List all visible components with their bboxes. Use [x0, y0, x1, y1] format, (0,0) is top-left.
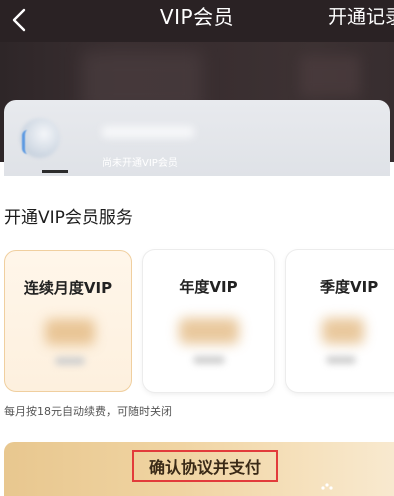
- user-info-card: 尚未开通VIP会员: [4, 100, 390, 176]
- plan-subprice-redacted: [55, 357, 85, 365]
- plan-price-redacted: [45, 319, 95, 345]
- plan-name: 连续月度VIP: [23, 279, 113, 297]
- plan-subprice-redacted: [326, 356, 356, 364]
- plan-card-monthly[interactable]: 连续月度VIP: [4, 250, 132, 392]
- plan-subprice-redacted: [193, 356, 225, 364]
- sparkle-icon: [321, 483, 333, 490]
- vip-page: VIP会员 开通记录 尚未开通VIP会员 开通VIP会员服务 连续月度VIP 年…: [0, 0, 394, 496]
- plan-card-quarterly[interactable]: 季度VIP: [286, 250, 394, 392]
- vip-status-text: 尚未开通VIP会员: [102, 158, 178, 169]
- confirm-and-pay-button[interactable]: 确认协议并支付: [132, 450, 278, 482]
- banner-blur-shape: [300, 56, 360, 96]
- purchase-records-link[interactable]: 开通记录: [328, 0, 394, 38]
- avatar-ring-icon: [22, 130, 33, 154]
- card-indicator: [42, 170, 68, 173]
- back-button[interactable]: [4, 2, 34, 38]
- plan-card-yearly[interactable]: 年度VIP: [143, 250, 274, 392]
- top-navbar: VIP会员 开通记录: [0, 0, 394, 42]
- user-name-redacted: [102, 126, 194, 138]
- plan-name: 年度VIP: [179, 278, 238, 296]
- section-title: 开通VIP会员服务: [4, 208, 133, 228]
- pay-bar: 确认协议并支付: [4, 442, 394, 496]
- plan-price-redacted: [322, 318, 364, 344]
- plan-price-redacted: [179, 318, 239, 344]
- pay-button-label: 确认协议并支付: [148, 458, 261, 477]
- auto-renew-note: 每月按18元自动续费，可随时关闭: [4, 405, 172, 418]
- plan-name: 季度VIP: [320, 278, 379, 296]
- chevron-left-icon: [12, 8, 26, 32]
